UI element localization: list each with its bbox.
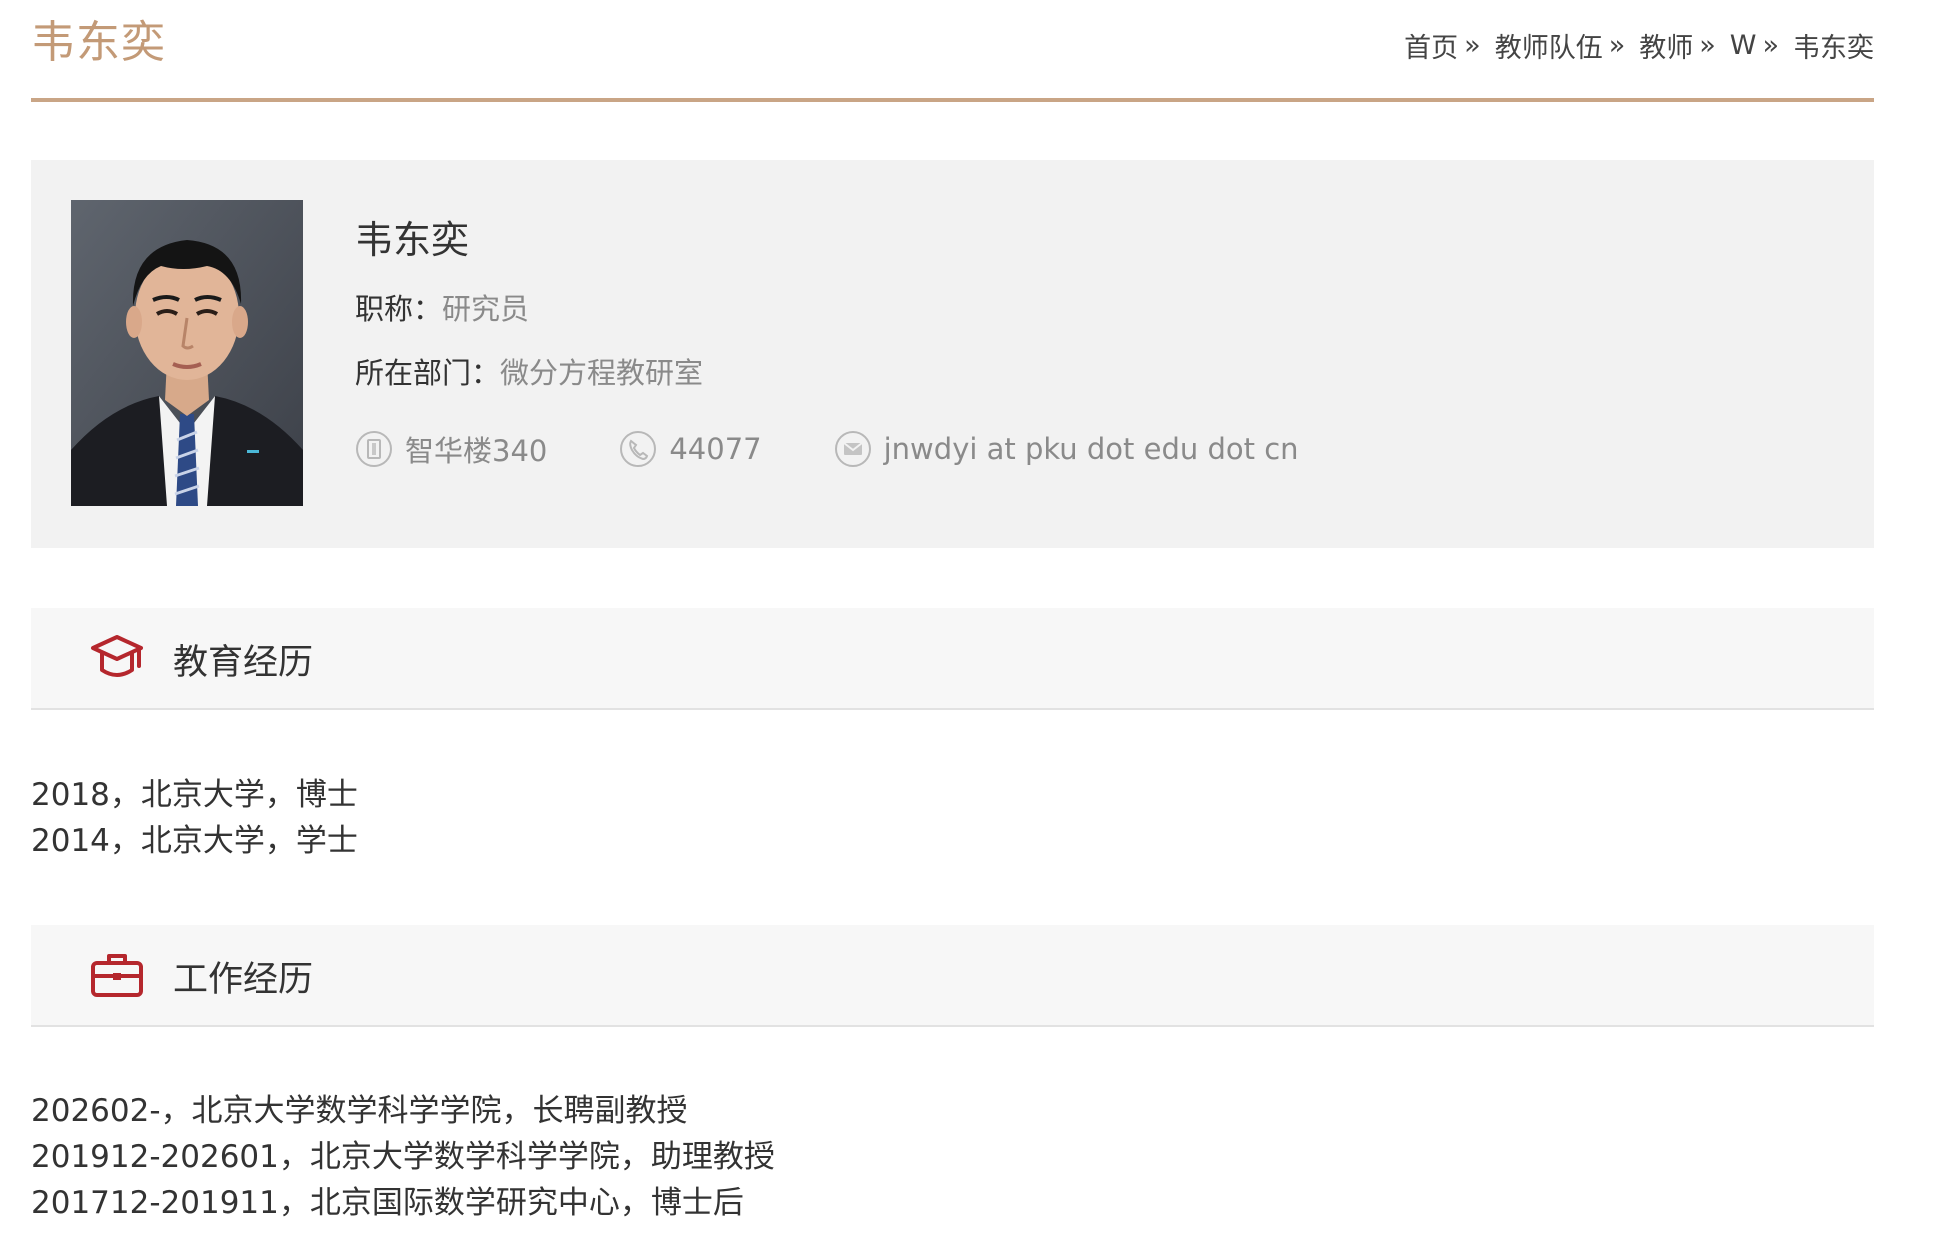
email-icon — [834, 430, 871, 467]
list-item: 2014，北京大学，学士 — [31, 823, 358, 859]
education-section-header: 教育经历 — [31, 608, 1874, 710]
profile-title-value: 研究员 — [442, 291, 530, 326]
profile-dept-row: 所在部门：微分方程教研室 — [355, 350, 1371, 392]
education-list: 2018，北京大学，博士 2014，北京大学，学士 — [31, 772, 358, 864]
profile-dept-value: 微分方程教研室 — [500, 355, 704, 390]
contact-row: 智华楼340 44077 jnwdyi at pku dot edu dot c… — [355, 428, 1371, 470]
contact-phone-text: 44077 — [669, 431, 762, 466]
breadcrumb-faculty[interactable]: 教师队伍 — [1495, 26, 1603, 65]
breadcrumb-letter-w[interactable]: W — [1730, 30, 1757, 61]
profile-name: 韦东奕 — [355, 218, 470, 262]
page-header: 韦东奕 首页 » 教师队伍 » 教师 » W » 韦东奕 — [31, 0, 1874, 102]
building-icon — [356, 430, 392, 467]
contact-email-text: jnwdyi at pku dot edu dot cn — [883, 431, 1299, 466]
contact-phone: 44077 — [619, 430, 762, 468]
contact-email: jnwdyi at pku dot edu dot cn — [834, 430, 1299, 468]
breadcrumb: 首页 » 教师队伍 » 教师 » W » 韦东奕 — [1404, 26, 1874, 65]
profile-title-row: 职称：研究员 — [355, 286, 1371, 328]
breadcrumb-home[interactable]: 首页 — [1404, 26, 1458, 65]
page-title: 韦东奕 — [31, 17, 166, 68]
list-item: 201712-201911，北京国际数学研究中心，博士后 — [31, 1185, 744, 1221]
profile-photo — [71, 200, 303, 506]
profile-card: 韦东奕 职称：研究员 所在部门：微分方程教研室 智华楼340 44077 jnw… — [31, 160, 1874, 548]
work-title: 工作经历 — [173, 960, 314, 1000]
contact-office: 智华楼340 — [355, 428, 547, 470]
list-item: 202602-，北京大学数学科学学院，长聘副教授 — [31, 1093, 688, 1129]
list-item: 201912-202601，北京大学数学科学学院，助理教授 — [31, 1139, 775, 1175]
page-container: 韦东奕 首页 » 教师队伍 » 教师 » W » 韦东奕 韦东奕 职称：研究员 … — [31, 0, 1874, 1221]
breadcrumb-teachers[interactable]: 教师 — [1639, 26, 1693, 65]
profile-info: 韦东奕 职称：研究员 所在部门：微分方程教研室 智华楼340 44077 jnw… — [355, 218, 1371, 470]
breadcrumb-current: 韦东奕 — [1793, 33, 1874, 64]
profile-title-label: 职称： — [355, 291, 443, 326]
work-section-header: 工作经历 — [31, 925, 1874, 1027]
breadcrumb-separator: » — [1608, 30, 1626, 61]
breadcrumb-separator: » — [1699, 30, 1716, 61]
breadcrumb-separator: » — [1762, 30, 1779, 61]
contact-office-text: 智华楼340 — [405, 433, 548, 468]
briefcase-icon — [91, 954, 143, 997]
phone-icon — [620, 430, 657, 467]
profile-dept-label: 所在部门： — [355, 355, 501, 390]
work-list: 202602-，北京大学数学科学学院，长聘副教授 201912-202601，北… — [31, 1088, 775, 1226]
education-title: 教育经历 — [173, 643, 314, 683]
breadcrumb-separator: » — [1464, 30, 1481, 61]
list-item: 2018，北京大学，博士 — [31, 777, 358, 813]
graduation-cap-icon — [91, 635, 143, 677]
